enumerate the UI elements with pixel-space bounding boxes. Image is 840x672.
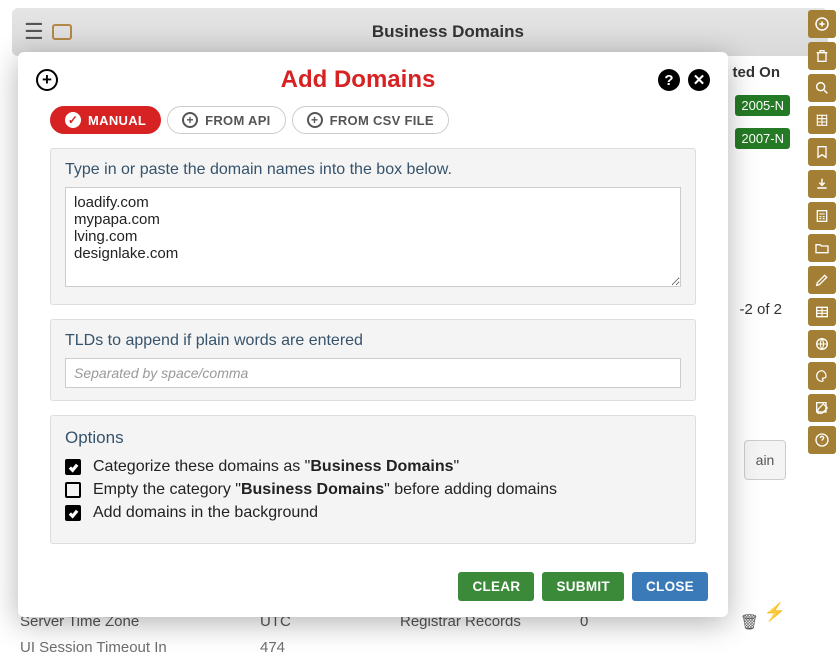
tab-from-api[interactable]: + FROM API (167, 106, 285, 134)
tld-panel: TLDs to append if plain words are entere… (50, 319, 696, 401)
tld-label: TLDs to append if plain words are entere… (65, 332, 681, 350)
option-categorize[interactable]: Categorize these domains as "Business Do… (65, 458, 681, 476)
checkbox-icon[interactable] (65, 459, 81, 475)
close-button[interactable]: CLOSE (632, 572, 708, 601)
domain-entry-label: Type in or paste the domain names into t… (65, 161, 681, 179)
plus-circle-icon: + (182, 112, 198, 128)
options-title: Options (65, 428, 681, 448)
tab-label: FROM API (205, 113, 270, 128)
checkbox-icon[interactable] (65, 482, 81, 498)
option-label: Categorize these domains as "Business Do… (93, 458, 459, 476)
option-empty-category[interactable]: Empty the category "Business Domains" be… (65, 481, 681, 499)
checkbox-icon[interactable] (65, 505, 81, 521)
option-label: Add domains in the background (93, 504, 318, 522)
close-icon[interactable]: ✕ (688, 69, 710, 91)
domain-entry-panel: Type in or paste the domain names into t… (50, 148, 696, 305)
tld-input[interactable] (65, 358, 681, 388)
tab-from-csv[interactable]: + FROM CSV FILE (292, 106, 449, 134)
option-label: Empty the category "Business Domains" be… (93, 481, 557, 499)
plus-circle-icon: + (307, 112, 323, 128)
tab-label: MANUAL (88, 113, 146, 128)
tab-manual[interactable]: ✓ MANUAL (50, 106, 161, 134)
options-panel: Options Categorize these domains as "Bus… (50, 415, 696, 544)
add-icon: + (36, 69, 58, 91)
add-domains-dialog: + Add Domains ? ✕ ✓ MANUAL + FROM API + … (18, 52, 728, 617)
source-tabs: ✓ MANUAL + FROM API + FROM CSV FILE (50, 106, 710, 134)
help-icon[interactable]: ? (658, 69, 680, 91)
domain-textarea[interactable] (65, 187, 681, 287)
clear-button[interactable]: CLEAR (458, 572, 534, 601)
submit-button[interactable]: SUBMIT (542, 572, 624, 601)
tab-label: FROM CSV FILE (330, 113, 434, 128)
dialog-title: Add Domains (58, 66, 658, 94)
dialog-header: + Add Domains ? ✕ (36, 64, 710, 102)
check-circle-icon: ✓ (65, 112, 81, 128)
dialog-footer: CLEAR SUBMIT CLOSE (36, 572, 710, 601)
option-background[interactable]: Add domains in the background (65, 504, 681, 522)
modal-overlay: + Add Domains ? ✕ ✓ MANUAL + FROM API + … (0, 0, 840, 672)
